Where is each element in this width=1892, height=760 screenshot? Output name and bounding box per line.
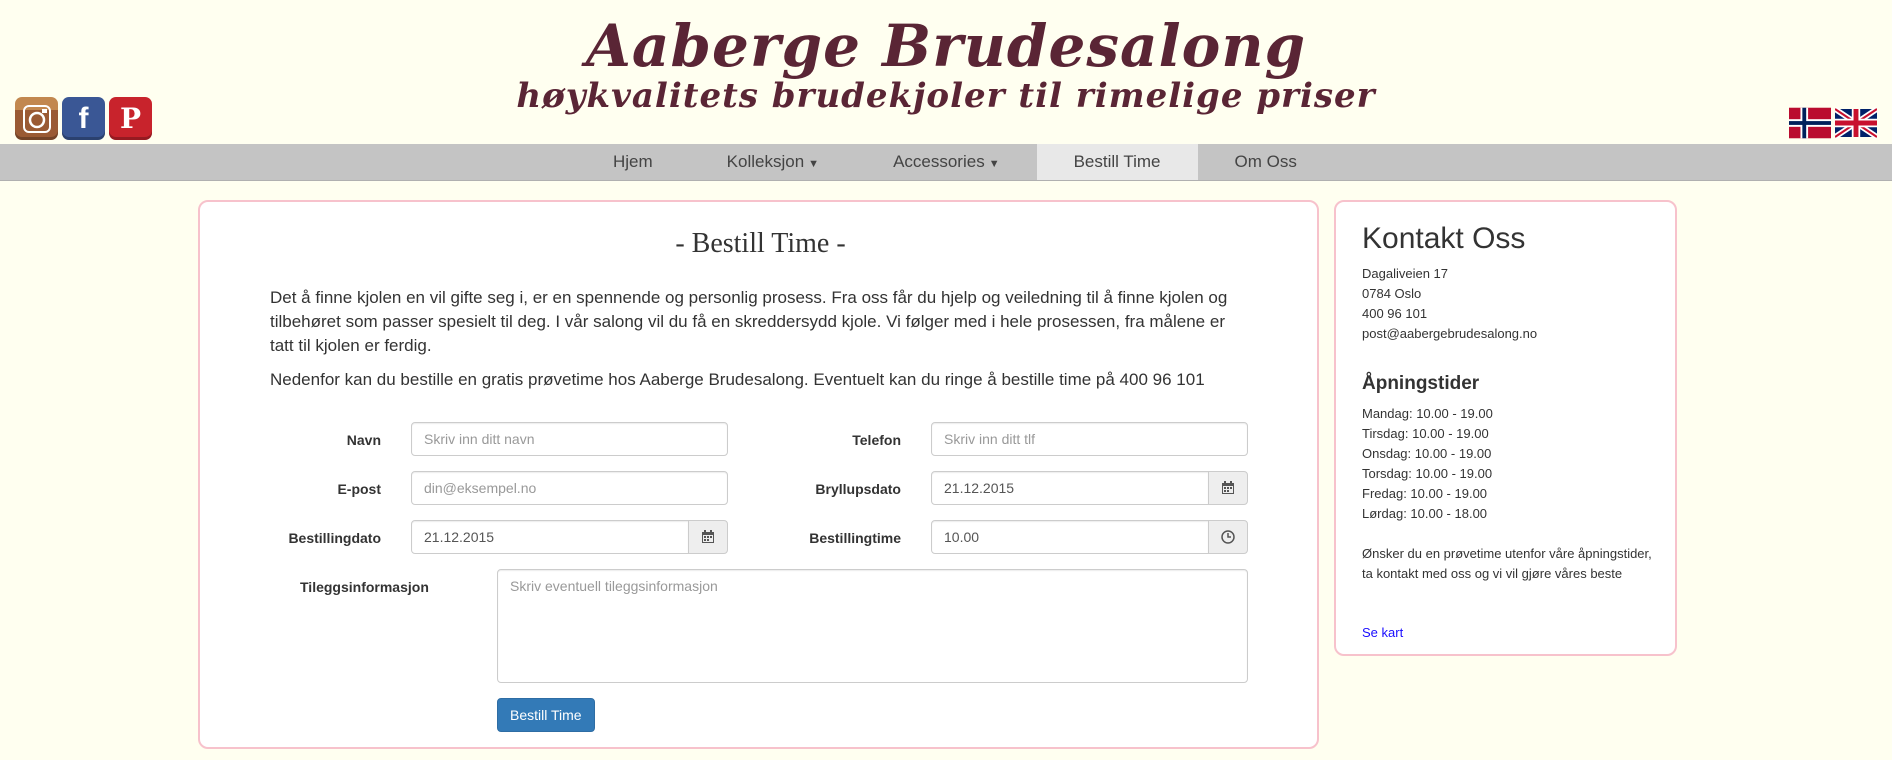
clock-icon[interactable] bbox=[1208, 520, 1248, 554]
site-header: Aaberge Brudesalong høykvalitets brudekj… bbox=[0, 0, 1892, 144]
hours-tuesday: Tirsdag: 10.00 - 19.00 bbox=[1362, 426, 1489, 441]
facebook-icon[interactable]: f bbox=[62, 97, 105, 140]
site-tagline: høykvalitets brudekjoler til rimelige pr… bbox=[516, 76, 1376, 116]
nav-label: Hjem bbox=[613, 152, 653, 171]
nav-item-hjem[interactable]: Hjem bbox=[576, 144, 690, 180]
pinterest-icon[interactable]: P bbox=[109, 97, 152, 140]
facebook-glyph: f bbox=[78, 101, 89, 135]
map-link[interactable]: Se kart bbox=[1362, 625, 1403, 640]
booking-intro-phone: Nedenfor kan du bestille en gratis prøve… bbox=[270, 370, 1205, 389]
phone-input[interactable] bbox=[931, 422, 1248, 456]
main-navbar: Hjem Kolleksjon ▼ Accessories ▼ Bestill Ti… bbox=[0, 144, 1892, 181]
uk-flag-icon[interactable] bbox=[1835, 107, 1877, 139]
order-date-input[interactable] bbox=[411, 520, 689, 554]
hours-friday: Fredag: 10.00 - 19.00 bbox=[1362, 486, 1488, 501]
nav-label: Kolleksjon bbox=[726, 152, 805, 171]
info-textarea[interactable] bbox=[497, 569, 1248, 683]
hours-wednesday: Onsdag: 10.00 - 19.00 bbox=[1362, 446, 1492, 461]
language-selector bbox=[1789, 107, 1877, 139]
info-label: Tileggsinformasjon bbox=[300, 579, 429, 595]
caret-down-icon: ▼ bbox=[988, 158, 1000, 170]
nav-item-kolleksjon[interactable]: Kolleksjon ▼ bbox=[690, 144, 856, 180]
nav-item-om-oss[interactable]: Om Oss bbox=[1198, 144, 1334, 180]
instagram-camera-icon bbox=[22, 104, 51, 133]
contact-panel: Kontakt Oss Dagaliveien 17 0784 Oslo 400… bbox=[1334, 200, 1677, 656]
hours-saturday: Lørdag: 10.00 - 18.00 bbox=[1362, 506, 1488, 521]
site-title[interactable]: Aaberge Brudesalong bbox=[0, 12, 1892, 80]
nav-label: Accessories bbox=[893, 152, 985, 171]
order-time-label: Bestillingtime bbox=[809, 530, 901, 546]
submit-button[interactable]: Bestill Time bbox=[497, 698, 595, 732]
nav-label: Bestill Time bbox=[1073, 152, 1161, 171]
calendar-icon[interactable] bbox=[688, 520, 728, 554]
instagram-icon[interactable] bbox=[15, 97, 58, 140]
phone-label: Telefon bbox=[852, 432, 901, 448]
booking-panel: - Bestill Time - Det å finne kjolen en v… bbox=[198, 200, 1319, 749]
hours-monday: Mandag: 10.00 - 19.00 bbox=[1362, 406, 1493, 421]
nav-item-bestill-time[interactable]: Bestill Time bbox=[1036, 144, 1198, 180]
caret-down-icon: ▼ bbox=[808, 158, 820, 170]
email-label: E-post bbox=[337, 481, 381, 497]
calendar-glyph bbox=[702, 530, 714, 543]
hours-title: Åpningstider bbox=[1362, 373, 1480, 394]
contact-email: post@aabergebrudesalong.no bbox=[1362, 326, 1538, 341]
booking-intro: Det å finne kjolen en vil gifte seg i, e… bbox=[270, 288, 1228, 355]
contact-postal: 0784 Oslo bbox=[1362, 286, 1422, 301]
wedding-date-input[interactable] bbox=[931, 471, 1209, 505]
order-date-label: Bestillingdato bbox=[288, 530, 381, 546]
calendar-icon[interactable] bbox=[1208, 471, 1248, 505]
order-time-input[interactable] bbox=[931, 520, 1209, 554]
name-input[interactable] bbox=[411, 422, 728, 456]
contact-phone: 400 96 101 bbox=[1362, 306, 1428, 321]
hours-note: Ønsker du en prøvetime utenfor våre åpni… bbox=[1362, 546, 1652, 581]
nav-item-accessories[interactable]: Accessories ▼ bbox=[856, 144, 1037, 180]
pinterest-glyph: P bbox=[119, 102, 142, 135]
contact-title: Kontakt Oss bbox=[1362, 222, 1526, 255]
contact-address: Dagaliveien 17 bbox=[1362, 266, 1449, 281]
name-label: Navn bbox=[346, 432, 381, 448]
booking-title: - Bestill Time - bbox=[675, 228, 846, 259]
calendar-glyph bbox=[1222, 481, 1234, 494]
email-input[interactable] bbox=[411, 471, 728, 505]
social-links: f P bbox=[15, 97, 152, 140]
norwegian-flag-icon[interactable] bbox=[1789, 107, 1831, 139]
hours-thursday: Torsdag: 10.00 - 19.00 bbox=[1362, 466, 1493, 481]
wedding-date-label: Bryllupsdato bbox=[815, 481, 901, 497]
clock-glyph bbox=[1221, 530, 1235, 544]
nav-label: Om Oss bbox=[1234, 152, 1297, 171]
